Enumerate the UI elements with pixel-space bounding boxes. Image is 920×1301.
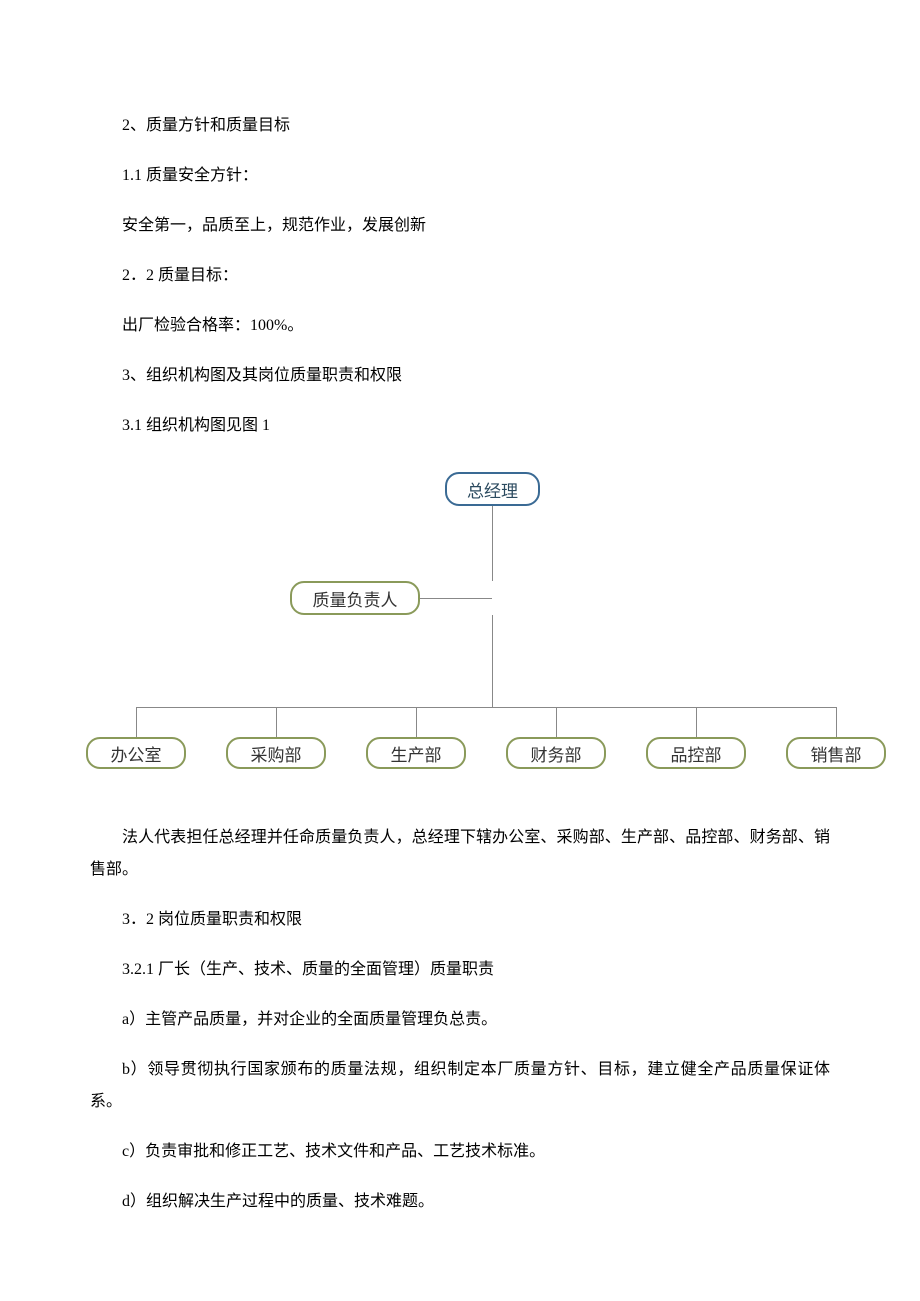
policy-text: 安全第一，品质至上，规范作业，发展创新 — [90, 210, 830, 242]
subsection-3-1: 3.1 组织机构图见图 1 — [90, 410, 830, 442]
duty-a: a）主管产品质量，并对企业的全面质量管理负总责。 — [90, 1004, 830, 1036]
org-node-office: 办公室 — [86, 737, 186, 769]
org-description: 法人代表担任总经理并任命质量负责人，总经理下辖办公室、采购部、生产部、品控部、财… — [90, 822, 830, 886]
org-connector — [492, 506, 493, 581]
subsection-1-1: 1.1 质量安全方针： — [90, 160, 830, 192]
org-connector — [420, 598, 492, 599]
org-connector — [696, 707, 697, 737]
org-connector — [556, 707, 557, 737]
subsection-2-2: 2．2 质量目标： — [90, 260, 830, 292]
org-connector — [136, 707, 836, 708]
duty-c: c）负责审批和修正工艺、技术文件和产品、工艺技术标准。 — [90, 1136, 830, 1168]
org-label: 销售部 — [811, 741, 862, 766]
org-label: 生产部 — [391, 741, 442, 766]
org-connector — [136, 707, 137, 737]
org-chart: 总经理 质量负责人 办公室 采购部 生产部 财务部 — [90, 472, 870, 792]
org-label: 财务部 — [531, 741, 582, 766]
org-node-qc: 品控部 — [646, 737, 746, 769]
section-heading-2: 2、质量方针和质量目标 — [90, 110, 830, 142]
org-label: 办公室 — [111, 741, 162, 766]
quality-target: 出厂检验合格率：100%。 — [90, 310, 830, 342]
subsection-3-2: 3．2 岗位质量职责和权限 — [90, 904, 830, 936]
duty-d: d）组织解决生产过程中的质量、技术难题。 — [90, 1186, 830, 1218]
org-node-quality-leader: 质量负责人 — [290, 581, 420, 615]
org-label: 总经理 — [467, 477, 518, 502]
org-label: 品控部 — [671, 741, 722, 766]
org-connector — [492, 615, 493, 707]
org-node-general-manager: 总经理 — [445, 472, 540, 506]
subsection-3-2-1: 3.2.1 厂长（生产、技术、质量的全面管理）质量职责 — [90, 954, 830, 986]
org-connector — [836, 707, 837, 737]
org-node-finance: 财务部 — [506, 737, 606, 769]
org-node-production: 生产部 — [366, 737, 466, 769]
org-connector — [276, 707, 277, 737]
org-label: 质量负责人 — [313, 586, 398, 611]
org-connector — [416, 707, 417, 737]
document-page: 2、质量方针和质量目标 1.1 质量安全方针： 安全第一，品质至上，规范作业，发… — [0, 0, 920, 1296]
section-heading-3: 3、组织机构图及其岗位质量职责和权限 — [90, 360, 830, 392]
org-node-sales: 销售部 — [786, 737, 886, 769]
duty-b: b）领导贯彻执行国家颁布的质量法规，组织制定本厂质量方针、目标，建立健全产品质量… — [90, 1054, 830, 1118]
org-node-purchasing: 采购部 — [226, 737, 326, 769]
org-label: 采购部 — [251, 741, 302, 766]
